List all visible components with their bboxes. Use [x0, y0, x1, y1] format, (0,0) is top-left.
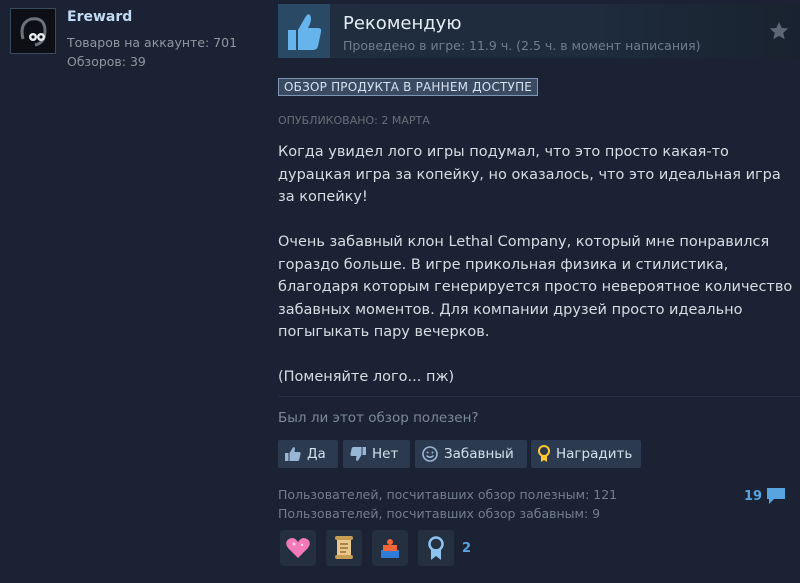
medal-icon [538, 445, 550, 462]
award-button[interactable]: Наградить [531, 440, 641, 468]
helpful-count: Пользователей, посчитавших обзор полезны… [278, 487, 618, 502]
reviews-count[interactable]: Обзоров: 39 [67, 54, 146, 69]
review-paragraph: Очень забавный клон Lethal Company, кото… [278, 234, 793, 340]
avatar-image [11, 9, 55, 53]
vote-yes-label: Да [307, 446, 326, 462]
thumbs-down-icon [350, 447, 366, 461]
vote-yes-button[interactable]: Да [278, 440, 338, 468]
awards-row: 2 [280, 530, 471, 566]
gift-award-icon[interactable] [372, 530, 408, 566]
thumbs-up-icon [278, 4, 330, 58]
vote-funny-button[interactable]: Забавный [415, 440, 527, 468]
award-label: Наградить [556, 446, 633, 462]
star-icon[interactable] [768, 20, 792, 44]
products-count[interactable]: Товаров на аккаунте: 701 [67, 35, 237, 50]
review-paragraph: (Поменяйте лого... пж) [278, 369, 455, 385]
comments-link[interactable]: 19 [744, 487, 786, 505]
heart-award-icon[interactable] [280, 530, 316, 566]
vote-no-label: Нет [372, 446, 399, 462]
review-body: Когда увидел лого игры подумал, что это … [278, 141, 798, 411]
comment-icon [767, 488, 786, 504]
review-paragraph: Когда увидел лого игры подумал, что это … [278, 144, 781, 205]
posted-date: ОПУБЛИКОВАНО: 2 МАРТА [278, 114, 430, 127]
comments-count: 19 [744, 488, 763, 504]
divider [278, 396, 800, 397]
review-verdict[interactable]: Рекомендую [343, 13, 462, 34]
playtime: Проведено в игре: 11.9 ч. (2.5 ч. в моме… [343, 38, 701, 53]
scroll-award-icon[interactable] [326, 530, 362, 566]
username[interactable]: Ereward [67, 9, 132, 25]
vote-funny-label: Забавный [444, 446, 514, 462]
thumbs-up-icon [285, 447, 301, 461]
helpful-question: Был ли этот обзор полезен? [278, 410, 479, 426]
funny-count: Пользователей, посчитавших обзор забавны… [278, 506, 601, 521]
early-access-badge: ОБЗОР ПРОДУКТА В РАННЕМ ДОСТУПЕ [278, 78, 539, 96]
ribbon-award-icon[interactable] [418, 530, 454, 566]
award-count: 2 [462, 540, 472, 556]
smiley-icon [422, 446, 438, 462]
vote-no-button[interactable]: Нет [343, 440, 410, 468]
avatar[interactable] [10, 8, 56, 54]
